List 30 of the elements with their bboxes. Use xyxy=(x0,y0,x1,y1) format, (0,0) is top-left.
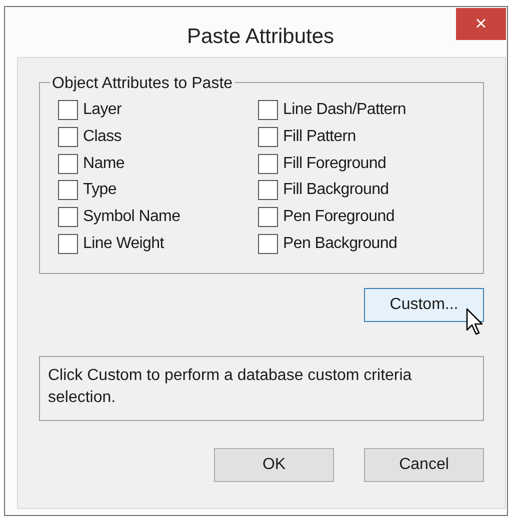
checkbox-label: Fill Background xyxy=(283,180,389,200)
checkbox-label: Type xyxy=(83,180,116,200)
close-button[interactable]: × xyxy=(456,8,506,40)
cancel-button[interactable]: Cancel xyxy=(364,448,484,482)
checkbox[interactable] xyxy=(258,180,278,200)
checkbox[interactable] xyxy=(258,127,278,148)
checkbox-label: Line Weight xyxy=(83,234,164,254)
checkbox-label: Symbol Name xyxy=(83,207,180,228)
custom-button[interactable]: Custom... xyxy=(364,288,484,322)
info-text: Click Custom to perform a database custom criteria selection. xyxy=(39,356,484,421)
checkbox-label: Fill Foreground xyxy=(283,154,386,174)
checkbox[interactable] xyxy=(58,100,78,120)
checkbox[interactable] xyxy=(258,154,278,174)
checkbox-label: Pen Foreground xyxy=(283,207,394,228)
checkbox-label: Class xyxy=(83,127,122,148)
checkbox-label: Layer xyxy=(83,100,122,120)
checkbox[interactable] xyxy=(58,207,78,228)
checkbox[interactable] xyxy=(258,100,278,120)
checkbox-label: Fill Pattern xyxy=(283,127,356,148)
checkbox-label: Name xyxy=(83,154,124,174)
checkbox[interactable] xyxy=(58,234,78,254)
checkbox[interactable] xyxy=(58,127,78,148)
ok-button[interactable]: OK xyxy=(214,448,334,482)
checkbox[interactable] xyxy=(258,234,278,254)
checkbox-label: Pen Background xyxy=(283,234,398,254)
checkbox[interactable] xyxy=(58,154,78,174)
checkbox[interactable] xyxy=(258,207,278,228)
checkbox-label: Line Dash/Pattern xyxy=(283,100,406,120)
window-title: Paste Attributes xyxy=(186,24,336,50)
checkbox[interactable] xyxy=(58,180,78,200)
